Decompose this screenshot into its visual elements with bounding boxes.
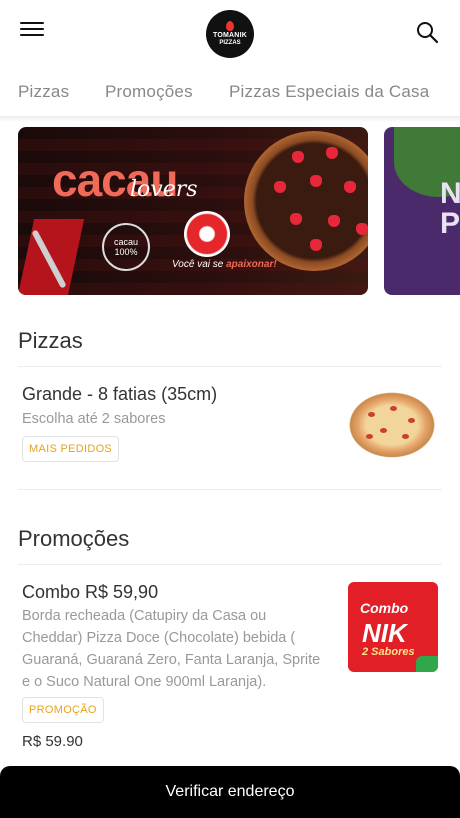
verify-address-button[interactable]: Verificar endereço <box>0 766 460 818</box>
logo-text-line2: PIZZAS <box>219 40 241 46</box>
pizza-thumbnail <box>346 390 438 460</box>
banner-carousel: cacau lovers cacau 100% Você vai se apai… <box>0 127 460 297</box>
banner-script: lovers <box>130 177 198 202</box>
badge-mais-pedidos: MAIS PEDIDOS <box>22 436 120 462</box>
search-icon[interactable] <box>416 21 439 44</box>
tab-pizzas-especiais[interactable]: Pizzas Especiais da Casa <box>229 82 429 102</box>
app-header: TOMANIK PIZZAS <box>0 0 460 70</box>
product-item-combo[interactable]: Combo R$ 59,90 Borda recheada (Catupiry … <box>0 564 460 764</box>
menu-icon[interactable] <box>20 22 44 42</box>
product-price: R$ 59.90 <box>22 733 83 750</box>
swirl-logo-icon <box>184 211 230 257</box>
flame-icon <box>226 21 234 31</box>
cacau-seal-icon: cacau 100% <box>102 223 150 271</box>
tabs-divider <box>0 116 460 122</box>
logo-text-line1: TOMANIK <box>213 32 247 39</box>
section-title-pizzas: Pizzas <box>18 328 83 353</box>
combo-thumbnail: Combo NIK 2 Sabores <box>348 582 438 672</box>
product-description: Borda recheada (Catupiry da Casa ou Ched… <box>22 608 321 690</box>
product-item-grande[interactable]: Grande - 8 fatias (35cm) Escolha até 2 s… <box>0 366 460 488</box>
seal-text-line2: 100% <box>114 247 138 257</box>
banner2-partial-text: NP <box>440 177 460 240</box>
seal-text-line1: cacau <box>113 237 139 247</box>
divider <box>18 489 442 490</box>
tab-promocoes[interactable]: Promoções <box>105 82 193 102</box>
thumb-text-line3: 2 Sabores <box>362 646 415 658</box>
thumb-text-line2: NIK <box>362 618 407 648</box>
banner-cacau-lovers[interactable]: cacau lovers cacau 100% Você vai se apai… <box>18 127 368 295</box>
product-description: Escolha até 2 sabores <box>22 411 166 427</box>
banner-slogan: Você vai se apaixonar! <box>172 259 277 270</box>
product-title: Combo R$ 59,90 <box>22 582 159 602</box>
tab-pizzas[interactable]: Pizzas <box>18 82 69 102</box>
brand-logo[interactable]: TOMANIK PIZZAS <box>206 10 254 58</box>
thumb-text-line1: Combo <box>360 600 409 616</box>
banner-secondary[interactable]: NP <box>384 127 460 295</box>
category-tabs: Pizzas Promoções Pizzas Especiais da Cas… <box>0 70 460 116</box>
badge-promocao: PROMOÇÃO <box>22 697 104 723</box>
section-title-promocoes: Promoções <box>18 526 130 551</box>
product-title: Grande - 8 fatias (35cm) <box>22 384 218 404</box>
